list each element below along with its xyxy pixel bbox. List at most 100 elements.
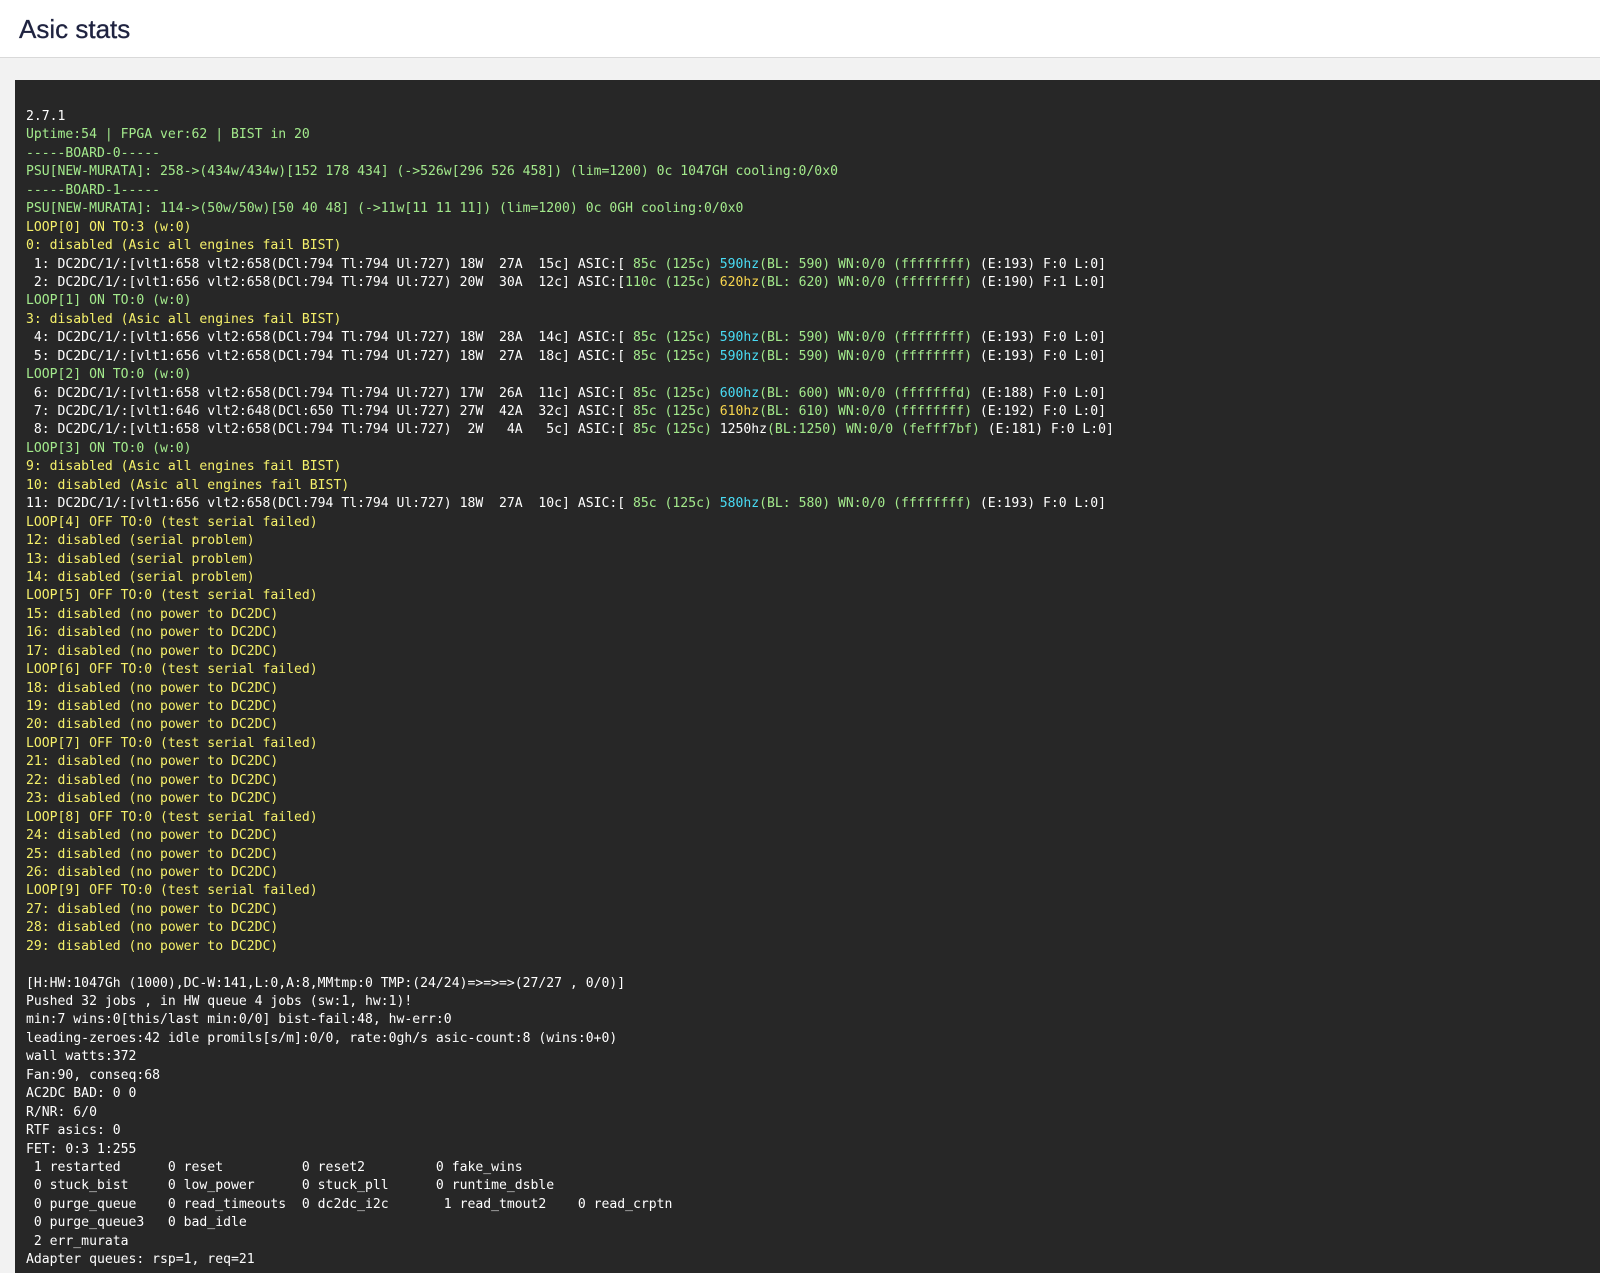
console-text-segment: Pushed 32 jobs , in HW queue 4 jobs (sw:… (26, 994, 413, 1009)
console-line: 26: disabled (no power to DC2DC) (26, 864, 1600, 882)
console-line: 18: disabled (no power to DC2DC) (26, 680, 1600, 698)
console-text-segment: 20: disabled (no power to DC2DC) (26, 717, 279, 733)
console-text-segment: Adapter queues: rsp=1, req=21 (26, 1252, 255, 1268)
console-text-segment: LOOP[3] ON TO:0 (w:0) (26, 440, 192, 456)
console-text-segment: 590hz (719, 348, 760, 364)
console-line: 29: disabled (no power to DC2DC) (26, 938, 1600, 956)
console-line: 2.7.1 (26, 108, 1600, 126)
console-text-segment: [H:HW:1047Gh (1000),DC-W:141,L:0,A:8,MMt… (26, 975, 626, 991)
console-text-segment: LOOP[0] ON TO:3 (w:0) (26, 219, 192, 235)
console-text-segment: 1 restarted 0 reset 0 reset2 0 fake_wins (26, 1159, 523, 1175)
console-text-segment: 110c (125c) (625, 274, 720, 290)
console-text-segment: 12: disabled (serial problem) (26, 533, 255, 549)
console-text-segment: 27: disabled (no power to DC2DC) (26, 901, 279, 917)
console-text-segment: (E:188) F:0 L:0] (972, 385, 1107, 401)
console-text-segment: LOOP[7] OFF TO:0 (test serial failed) (26, 735, 318, 751)
console-text-segment: 0 stuck_bist 0 low_power 0 stuck_pll 0 r… (26, 1178, 555, 1194)
console-text-segment: 5: DC2DC/1/:[vlt1:656 vlt2:658(DCl:794 T… (26, 348, 626, 364)
console-text-segment: (BL: 600) WN:0/0 (fffffffd) (759, 385, 973, 401)
console-text-segment: leading-zeroes:42 idle promils[s/m]:0/0,… (26, 1030, 618, 1046)
console-text-segment: 85c (125c) (625, 256, 720, 272)
console-line: LOOP[1] ON TO:0 (w:0) (26, 292, 1600, 310)
console-line: PSU[NEW-MURATA]: 114->(50w/50w)[50 40 48… (26, 200, 1600, 218)
console-text-segment: (BL: 590) WN:0/0 (ffffffff) (759, 256, 973, 272)
console-line: PSU[NEW-MURATA]: 258->(434w/434w)[152 17… (26, 163, 1600, 181)
console-line: LOOP[9] OFF TO:0 (test serial failed) (26, 882, 1600, 900)
console-text-segment: (E:190) F:1 L:0] (972, 274, 1107, 290)
console-line: Fan:90, conseq:68 (26, 1067, 1600, 1085)
console-line: min:7 wins:0[this/last min:0/0] bist-fai… (26, 1011, 1600, 1029)
console-text-segment: 14: disabled (serial problem) (26, 569, 255, 585)
console-text-segment: 0 purge_queue 0 read_timeouts 0 dc2dc_i2… (26, 1196, 673, 1212)
console-line: 21: disabled (no power to DC2DC) (26, 753, 1600, 771)
console-text-segment: Fan:90, conseq:68 (26, 1067, 161, 1083)
console-text-segment: (BL: 610) WN:0/0 (ffffffff) (759, 404, 973, 419)
console-line: 13: disabled (serial problem) (26, 551, 1600, 569)
console-text-segment: 85c (125c) (625, 404, 720, 419)
console-line: 27: disabled (no power to DC2DC) (26, 901, 1600, 919)
console-text-segment: 2: DC2DC/1/:[vlt1:656 vlt2:658(DCl:794 T… (26, 274, 626, 290)
console-text-segment: PSU[NEW-MURATA]: 258->(434w/434w)[152 17… (26, 164, 838, 180)
console-line: LOOP[6] OFF TO:0 (test serial failed) (26, 661, 1600, 679)
console-line: 19: disabled (no power to DC2DC) (26, 698, 1600, 716)
console-line: -----BOARD-0----- (26, 145, 1600, 163)
console-text-segment: R/NR: 6/0 (26, 1104, 97, 1120)
console-line: 5: DC2DC/1/:[vlt1:656 vlt2:658(DCl:794 T… (26, 348, 1600, 366)
console-text-segment: 590hz (719, 256, 760, 272)
console-line: LOOP[4] OFF TO:0 (test serial failed) (26, 514, 1600, 532)
console-text-segment: 8: DC2DC/1/:[vlt1:658 vlt2:658(DCl:794 T… (26, 422, 626, 438)
console-text-segment: 590hz (719, 330, 760, 346)
console-line: 17: disabled (no power to DC2DC) (26, 643, 1600, 661)
console-line: 11: DC2DC/1/:[vlt1:656 vlt2:658(DCl:794 … (26, 495, 1600, 513)
console-text-segment: 2.7.1 (26, 109, 66, 124)
console-text-segment: (E:192) F:0 L:0] (972, 404, 1107, 419)
console-text-segment: 15: disabled (no power to DC2DC) (26, 606, 279, 622)
console-text-segment: (E:193) F:0 L:0] (972, 256, 1107, 272)
console-text-segment: 3: disabled (Asic all engines fail BIST) (26, 311, 342, 327)
console-text-segment: 11: DC2DC/1/:[vlt1:656 vlt2:658(DCl:794 … (26, 496, 626, 512)
console-text-segment: (E:181) F:0 L:0] (979, 422, 1114, 438)
console-text-segment: 19: disabled (no power to DC2DC) (26, 699, 279, 714)
console-line: RTF asics: 0 (26, 1122, 1600, 1140)
console-line: Adapter queues: rsp=1, req=21 (26, 1251, 1600, 1269)
console-text-segment: 17: disabled (no power to DC2DC) (26, 643, 279, 659)
console-text-segment: 4: DC2DC/1/:[vlt1:656 vlt2:658(DCl:794 T… (26, 330, 626, 346)
console-line: 24: disabled (no power to DC2DC) (26, 827, 1600, 845)
console-text-segment: 13: disabled (serial problem) (26, 551, 255, 567)
console-text-segment: (E:193) F:0 L:0] (972, 348, 1107, 364)
console-line: 0: disabled (Asic all engines fail BIST) (26, 237, 1600, 255)
console-text-segment: 24: disabled (no power to DC2DC) (26, 828, 279, 844)
console-line: LOOP[5] OFF TO:0 (test serial failed) (26, 587, 1600, 605)
console-line: LOOP[8] OFF TO:0 (test serial failed) (26, 809, 1600, 827)
console-text-segment: 85c (125c) (625, 330, 720, 346)
console-text-segment: LOOP[6] OFF TO:0 (test serial failed) (26, 662, 318, 678)
console-line: Uptime:54 | FPGA ver:62 | BIST in 20 (26, 126, 1600, 144)
console-text-segment: RTF asics: 0 (26, 1123, 121, 1139)
console-text-segment: 2 err_murata (26, 1233, 129, 1249)
console-line: 2: DC2DC/1/:[vlt1:656 vlt2:658(DCl:794 T… (26, 274, 1600, 292)
console-text-segment: (BL: 590) WN:0/0 (ffffffff) (759, 330, 973, 346)
page-title: Asic stats (19, 14, 131, 44)
console-text-segment: AC2DC BAD: 0 0 (26, 1086, 137, 1102)
console-text-segment: LOOP[5] OFF TO:0 (test serial failed) (26, 588, 318, 604)
console-text-segment: 85c (125c) (625, 496, 720, 512)
console-text-segment: LOOP[8] OFF TO:0 (test serial failed) (26, 809, 318, 825)
console-line: 23: disabled (no power to DC2DC) (26, 790, 1600, 808)
console-text-segment: (E:193) F:0 L:0] (972, 330, 1107, 346)
console-text-segment: FET: 0:3 1:255 (26, 1141, 137, 1157)
console-line: 20: disabled (no power to DC2DC) (26, 716, 1600, 734)
console-line: 15: disabled (no power to DC2DC) (26, 606, 1600, 624)
console-text-segment: 16: disabled (no power to DC2DC) (26, 625, 279, 641)
console-text-segment: 620hz (719, 274, 760, 290)
console-line: 9: disabled (Asic all engines fail BIST) (26, 458, 1600, 476)
console-text-segment: 29: disabled (no power to DC2DC) (26, 938, 279, 954)
console-text-segment: 1: DC2DC/1/:[vlt1:658 vlt2:658(DCl:794 T… (26, 256, 626, 272)
console-text-segment: 1250hz (719, 422, 768, 438)
console-line: 3: disabled (Asic all engines fail BIST) (26, 311, 1600, 329)
console-text-segment: 85c (125c) (625, 348, 720, 364)
console-text-segment: LOOP[1] ON TO:0 (w:0) (26, 293, 192, 309)
console-text-segment: (E:193) F:0 L:0] (972, 496, 1107, 512)
console-text-segment: 6: DC2DC/1/:[vlt1:658 vlt2:658(DCl:794 T… (26, 385, 626, 401)
console-text-segment: Uptime:54 | FPGA ver:62 | BIST in 20 (26, 127, 310, 143)
console-line: leading-zeroes:42 idle promils[s/m]:0/0,… (26, 1030, 1600, 1048)
